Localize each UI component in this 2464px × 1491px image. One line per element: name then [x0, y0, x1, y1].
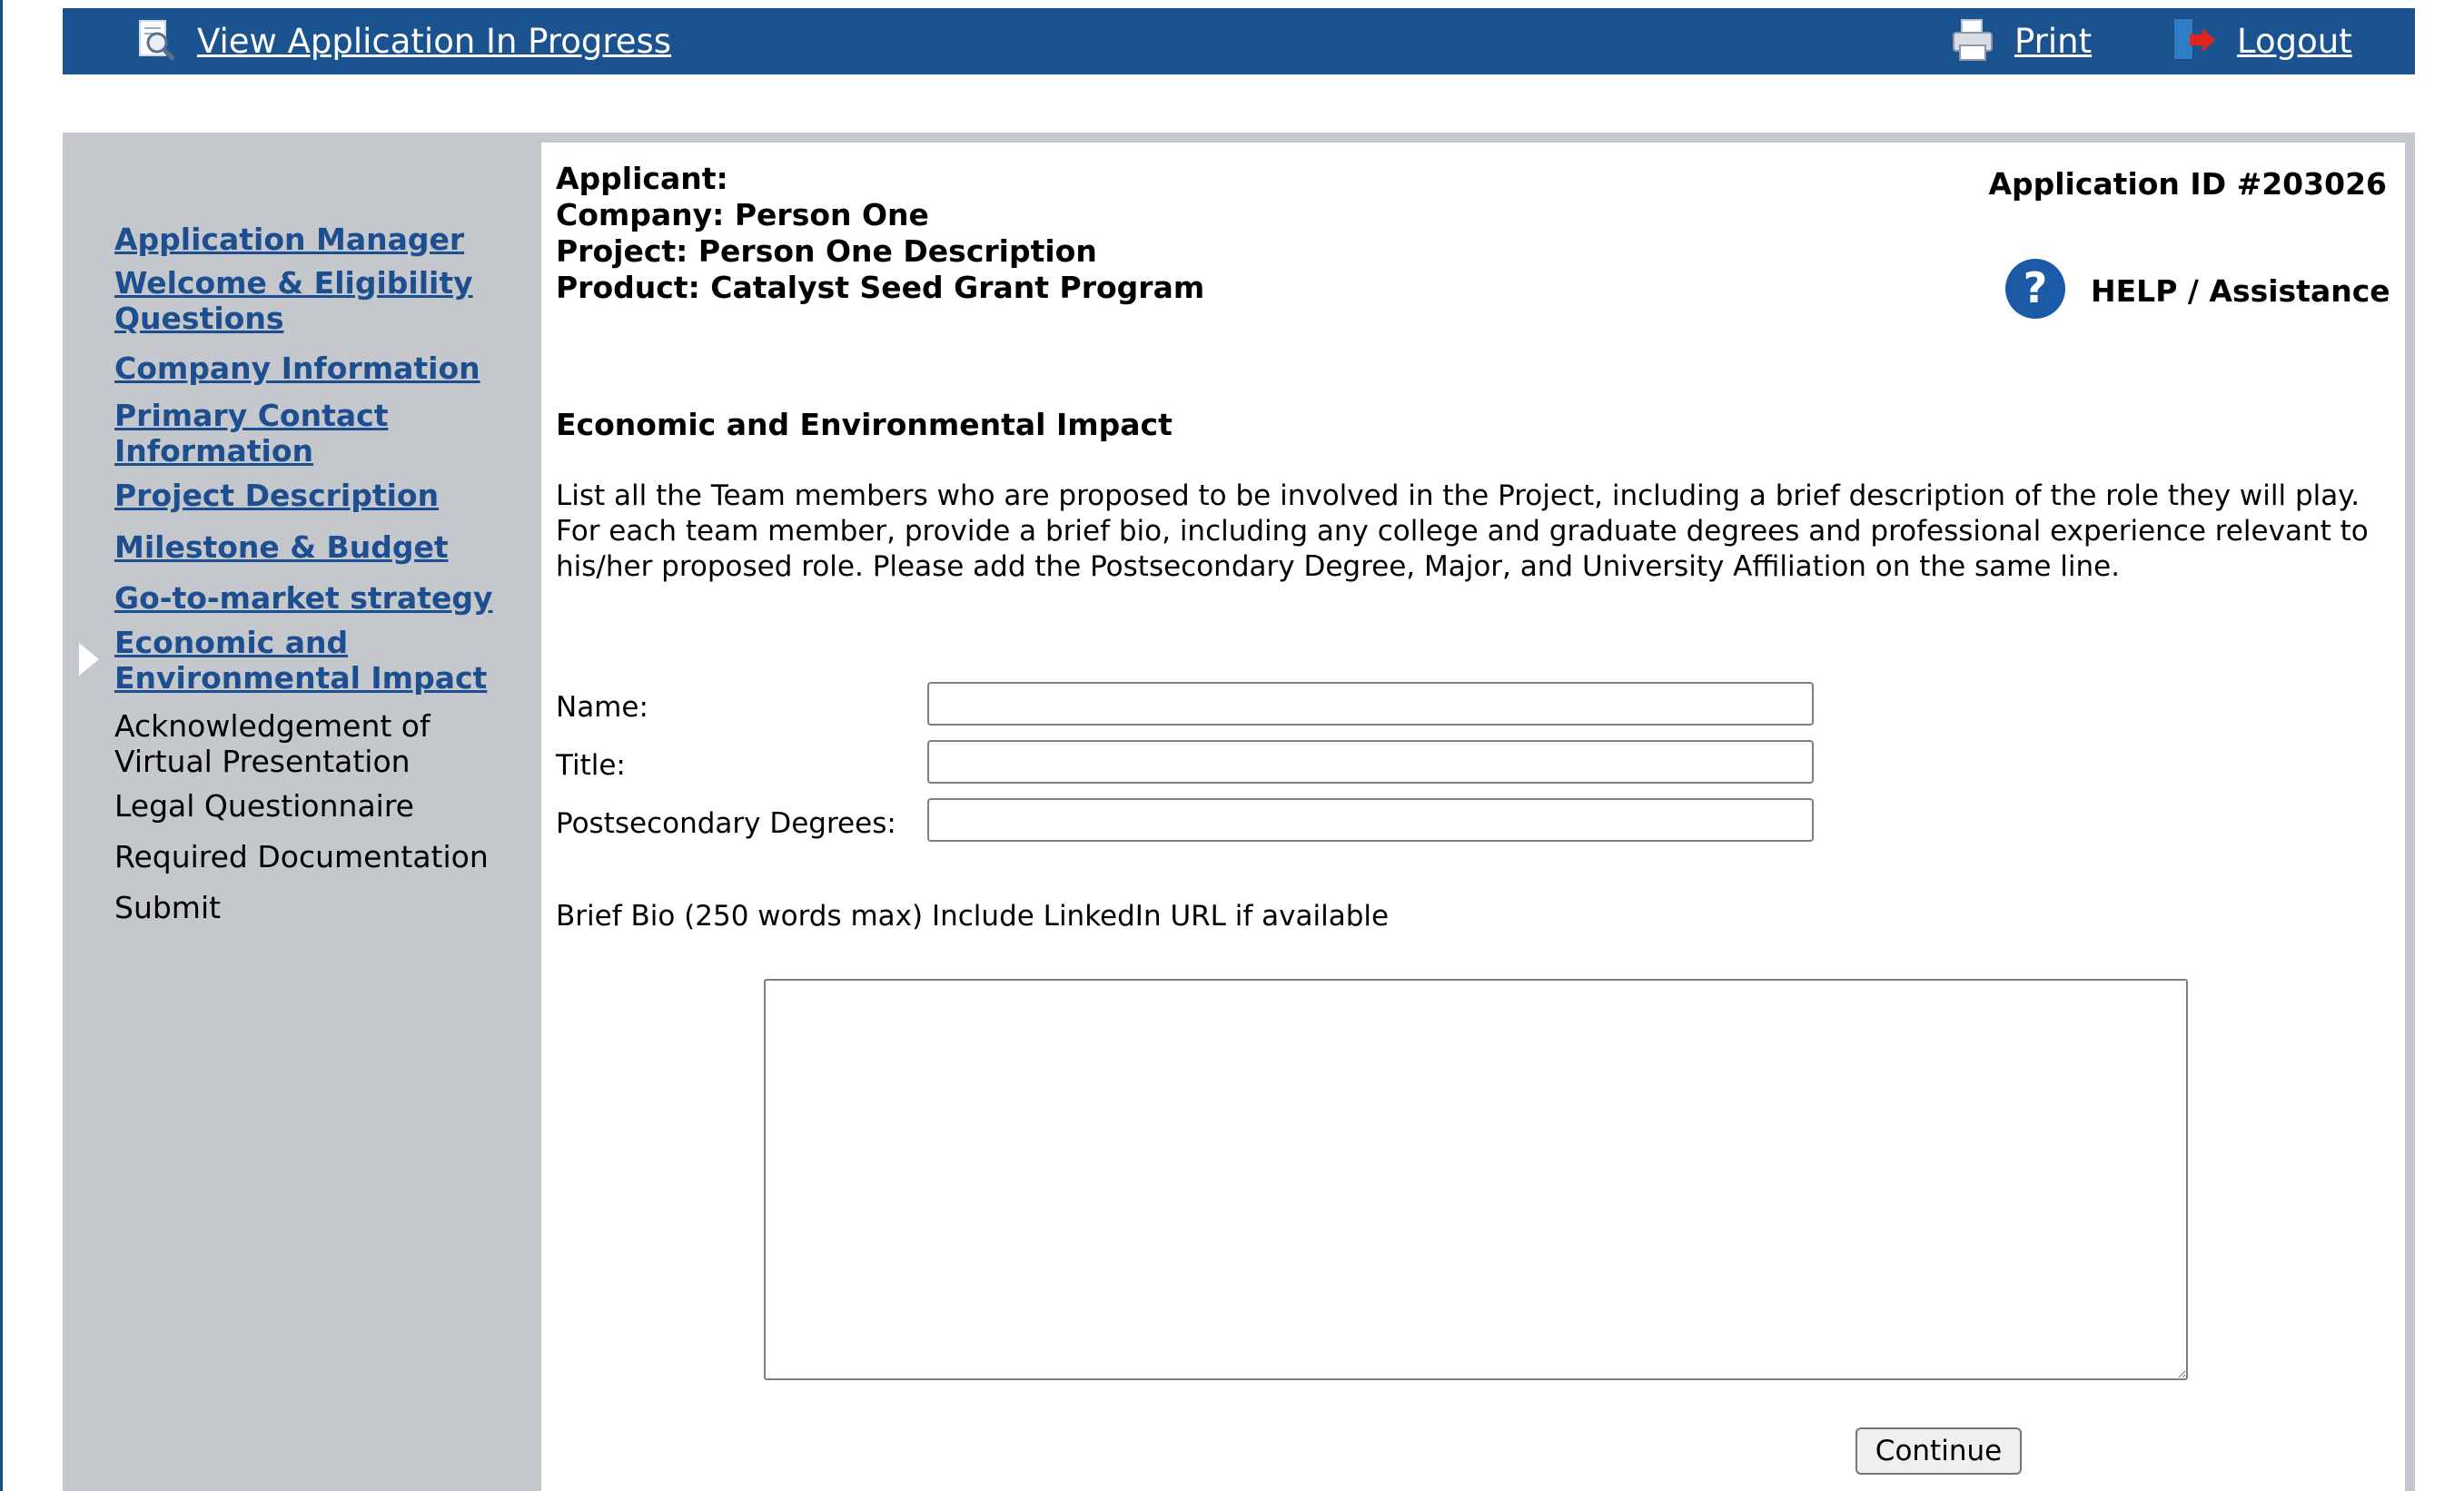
sidebar-item-label[interactable]: Go-to-market strategy	[114, 580, 492, 616]
title-input[interactable]	[927, 740, 1814, 784]
sidebar-item-submit: Submit	[114, 890, 528, 925]
view-application-label[interactable]: View Application In Progress	[197, 22, 671, 61]
degrees-label: Postsecondary Degrees:	[556, 807, 896, 840]
print-link[interactable]: Print	[1951, 8, 2092, 74]
sidebar-item-legal-questionnaire: Legal Questionnaire	[114, 788, 528, 824]
bio-textarea[interactable]	[764, 979, 2188, 1380]
svg-text:?: ?	[2024, 263, 2048, 312]
sidebar-item-project-description[interactable]: Project Description	[114, 478, 528, 513]
section-instructions: List all the Team members who are propos…	[556, 479, 2369, 583]
logout-link[interactable]: Logout	[2170, 8, 2352, 74]
help-icon[interactable]: ?	[2004, 257, 2067, 324]
sidebar-nav: Application Manager Welcome & Eligibilit…	[63, 133, 531, 1491]
product-line: Product: Catalyst Seed Grant Program	[556, 270, 1205, 305]
sidebar-item-label[interactable]: Application Manager	[114, 222, 464, 257]
application-id: Application ID #203026	[1988, 166, 2387, 202]
print-label[interactable]: Print	[2014, 22, 2092, 61]
content-panel: Applicant: Company: Person One Project: …	[541, 143, 2405, 1491]
sidebar-item-primary-contact[interactable]: Primary Contact Information	[114, 398, 414, 469]
window-left-border	[0, 0, 3, 1491]
sidebar-item-label[interactable]: Company Information	[114, 351, 480, 386]
applicant-line: Applicant:	[556, 161, 728, 196]
project-line: Project: Person One Description	[556, 233, 1097, 269]
sidebar-item-required-documentation: Required Documentation	[114, 839, 528, 874]
degrees-input[interactable]	[927, 798, 1814, 842]
help-label[interactable]: HELP / Assistance	[2091, 273, 2390, 309]
company-line: Company: Person One	[556, 197, 929, 232]
sidebar-item-go-to-market[interactable]: Go-to-market strategy	[114, 580, 528, 616]
current-step-arrow-icon	[79, 643, 99, 676]
sidebar-item-label[interactable]: Welcome & Eligibility Questions	[114, 265, 473, 336]
name-input[interactable]	[927, 682, 1814, 726]
help-assistance-link[interactable]: ? HELP / Assistance	[2004, 257, 2390, 324]
logout-label[interactable]: Logout	[2237, 22, 2352, 61]
continue-button[interactable]: Continue	[1855, 1427, 2022, 1475]
bio-label: Brief Bio (250 words max) Include Linked…	[556, 900, 1390, 933]
sidebar-item-label: Submit	[114, 890, 222, 925]
sidebar-item-milestone-budget[interactable]: Milestone & Budget	[114, 529, 528, 565]
sidebar-item-label: Legal Questionnaire	[114, 788, 414, 824]
title-label: Title:	[556, 749, 626, 782]
sidebar-item-company-information[interactable]: Company Information	[114, 351, 528, 386]
sidebar-item-label[interactable]: Project Description	[114, 478, 439, 513]
main-area: Application Manager Welcome & Eligibilit…	[63, 133, 2415, 1491]
sidebar-item-welcome-eligibility[interactable]: Welcome & Eligibility Questions	[114, 265, 528, 336]
view-application-link[interactable]: View Application In Progress	[137, 8, 671, 74]
sidebar-item-economic-environmental[interactable]: Economic and Environmental Impact	[114, 625, 496, 696]
name-label: Name:	[556, 691, 648, 724]
sidebar-item-label[interactable]: Economic and Environmental Impact	[114, 625, 487, 696]
section-title: Economic and Environmental Impact	[556, 407, 1173, 442]
sidebar-item-acknowledgement: Acknowledgement of Virtual Presentation	[114, 708, 528, 779]
magnifier-document-icon	[137, 18, 177, 65]
top-toolbar: View Application In Progress Print Logou…	[63, 8, 2415, 74]
sidebar-item-label[interactable]: Primary Contact Information	[114, 398, 388, 469]
printer-icon	[1951, 18, 1994, 65]
logout-door-icon	[2170, 16, 2217, 67]
sidebar-item-application-manager[interactable]: Application Manager	[114, 222, 528, 257]
sidebar-item-label: Required Documentation	[114, 839, 489, 874]
sidebar-item-label: Acknowledgement of Virtual Presentation	[114, 708, 430, 779]
sidebar-item-label[interactable]: Milestone & Budget	[114, 529, 449, 565]
